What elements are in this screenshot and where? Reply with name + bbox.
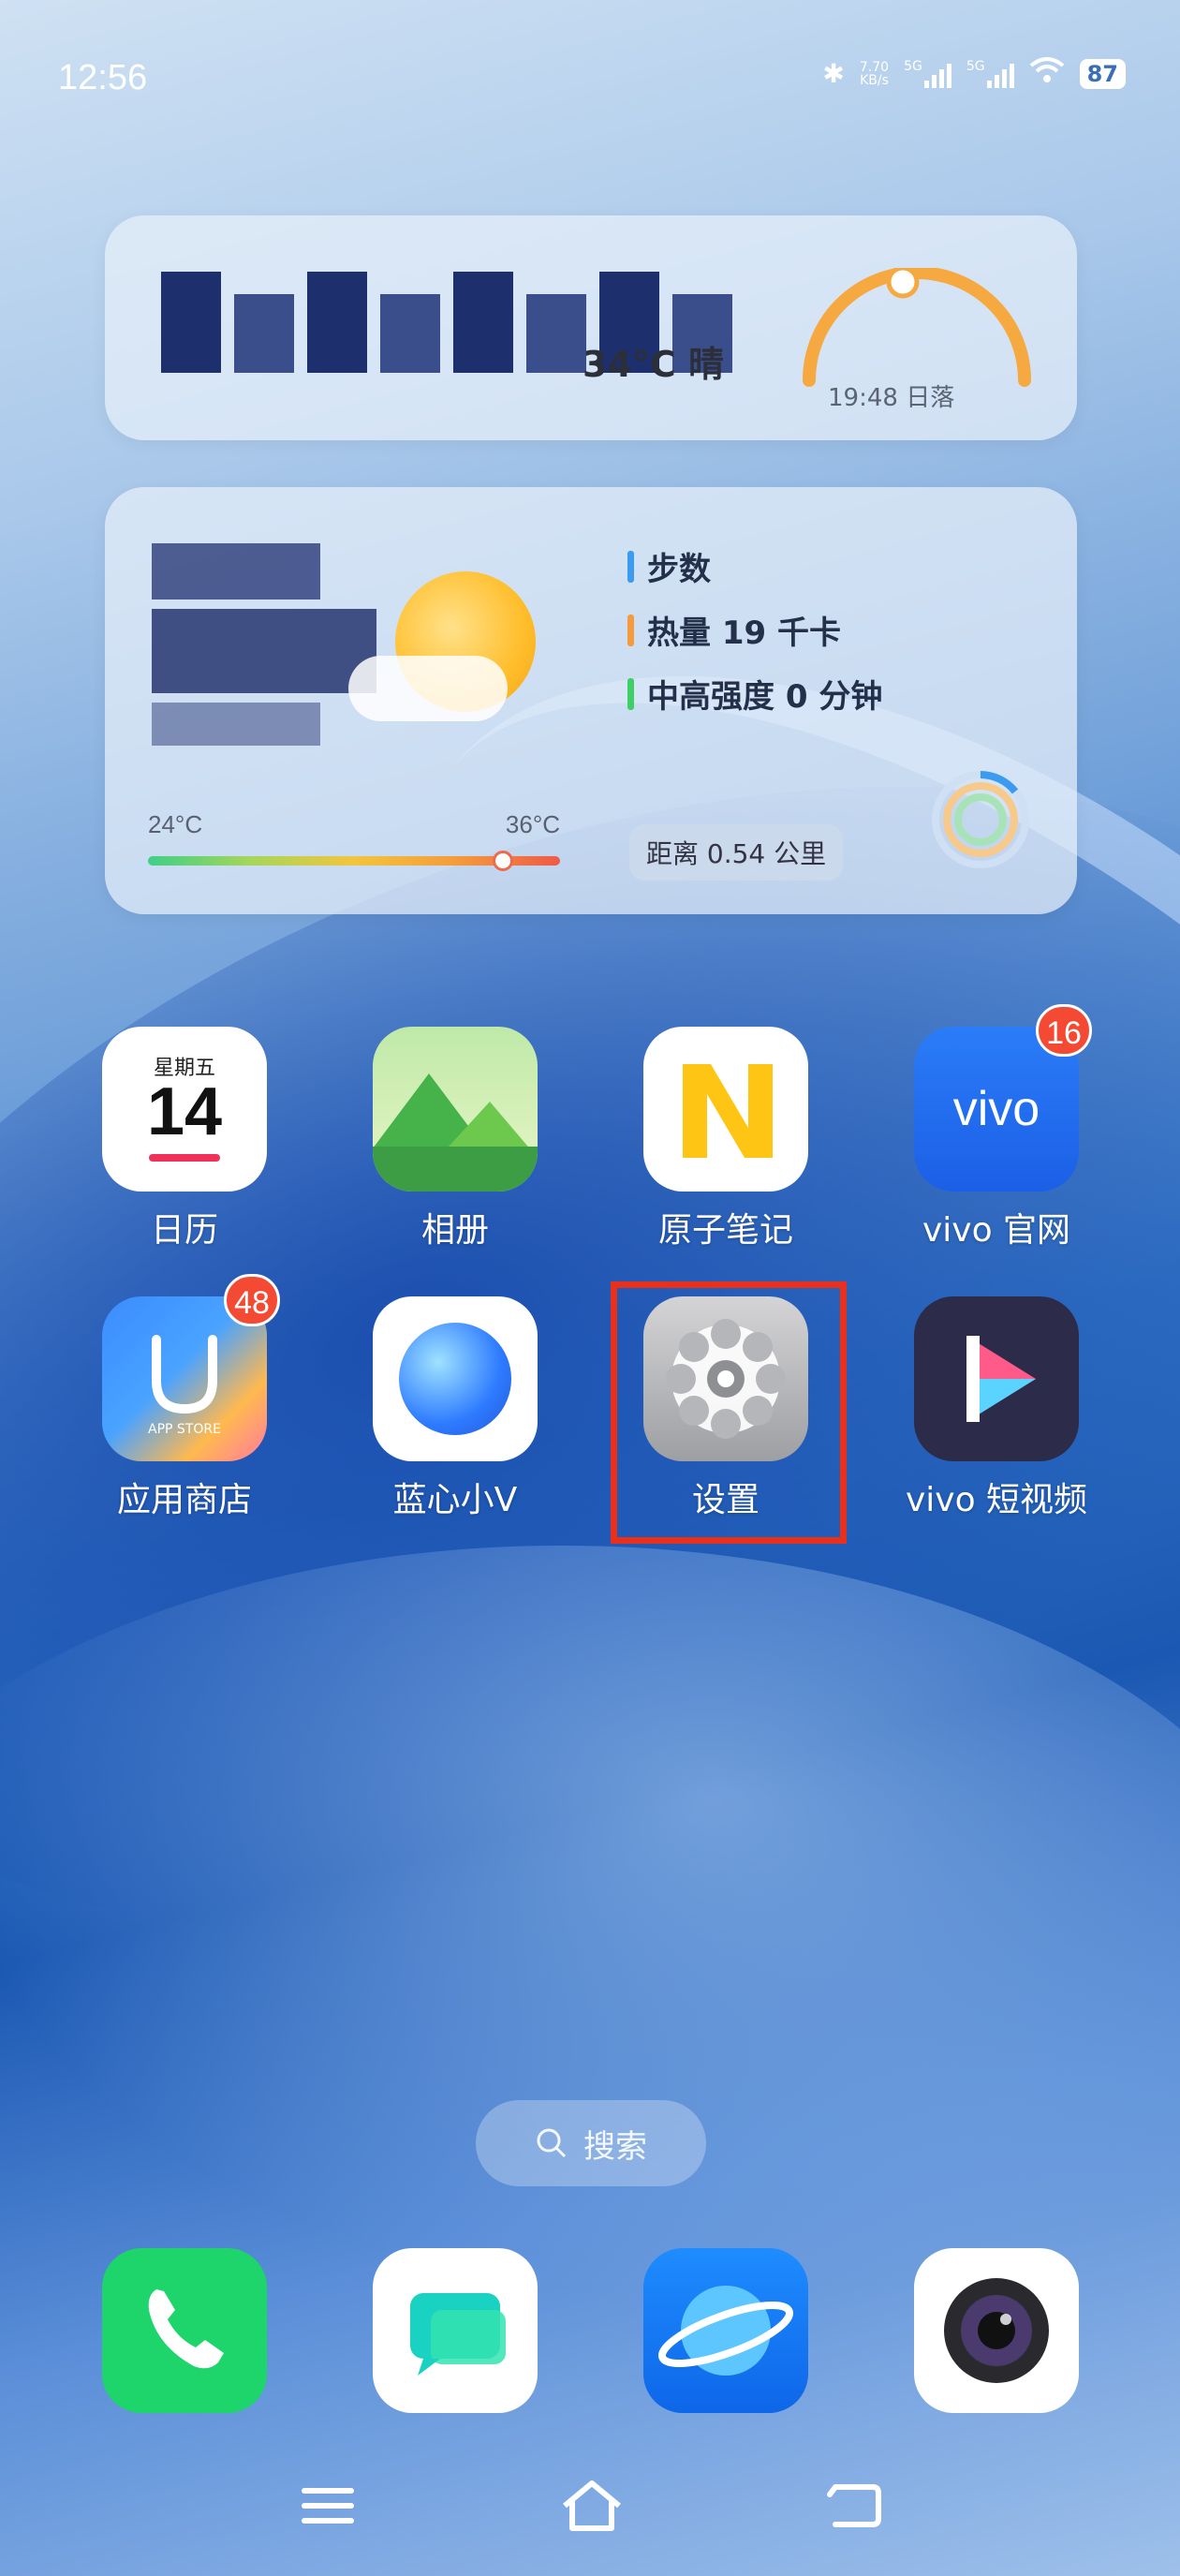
search-icon [537, 2128, 567, 2158]
bluetooth-icon: ✱ [822, 58, 845, 89]
weather-panel[interactable]: 24°C 36°C [105, 487, 601, 914]
notes-icon [643, 1027, 808, 1192]
distance-label: 距离 0.54 公里 [629, 824, 844, 881]
status-bar: 12:56 ✱ 7.70 KB/s 5G 5G 87 [0, 0, 1180, 159]
dock-camera[interactable] [914, 2248, 1079, 2413]
app-calendar[interactable]: 星期五 14 日历 [91, 1027, 278, 1251]
browser-icon [657, 2286, 794, 2376]
app-atom-notes[interactable]: 原子笔记 [632, 1027, 819, 1251]
status-icons: ✱ 7.70 KB/s 5G 5G 87 [822, 56, 1126, 91]
messages-icon [410, 2293, 506, 2376]
signal-2-icon: 5G [966, 60, 1014, 88]
nav-back-button[interactable] [824, 2473, 884, 2539]
dock-messages[interactable] [373, 2248, 538, 2413]
activity-row: 中高强度 0 分钟 [627, 671, 882, 717]
notification-badge: 48 [224, 1274, 280, 1326]
app-bluelm-assistant[interactable]: 蓝心小V [361, 1296, 549, 1521]
current-temperature: 34°C 晴 [583, 344, 724, 385]
clock-weather-widget[interactable]: 34°C 晴 19:48 日落 [105, 215, 1077, 440]
app-vivo-video[interactable]: vivo 短视频 [903, 1296, 1090, 1521]
settings-highlight-box [611, 1281, 847, 1544]
sunset-arc: 19:48 日落 [790, 268, 1043, 412]
steps-row: 步数 [627, 543, 711, 589]
gallery-icon [373, 1027, 538, 1192]
dock-browser[interactable] [643, 2248, 808, 2413]
video-play-icon [914, 1296, 1079, 1461]
menu-icon [302, 2488, 354, 2524]
home-icon [563, 2480, 621, 2531]
dock-phone[interactable] [102, 2248, 267, 2413]
cloud-icon [348, 656, 508, 721]
app-vivo-official[interactable]: 16 vivo vivo 官网 [903, 1004, 1092, 1251]
net-speed: 7.70 KB/s [859, 59, 890, 88]
status-time: 12:56 [58, 58, 148, 97]
app-store[interactable]: 48 APP STORE 应用商店 [91, 1274, 280, 1521]
temp-range-knob [493, 851, 513, 871]
battery-icon: 87 [1079, 58, 1126, 89]
app-gallery[interactable]: 相册 [361, 1027, 549, 1251]
activity-rings-icon [929, 768, 1032, 871]
notification-badge: 16 [1036, 1004, 1092, 1057]
weather-health-widget: 24°C 36°C 步数 热量 19 千卡 中高强度 0 分钟 距离 0.54 … [105, 487, 1077, 914]
phone-icon [148, 2289, 224, 2369]
calories-row: 热量 19 千卡 [627, 607, 841, 653]
bluelm-icon [373, 1296, 538, 1461]
search-label: 搜索 [583, 2127, 647, 2166]
search-button[interactable]: 搜索 [476, 2100, 706, 2186]
nav-home-button[interactable] [558, 2473, 626, 2539]
calendar-icon: 星期五 14 [102, 1027, 267, 1192]
wifi-icon [1029, 56, 1065, 91]
nav-menu-button[interactable] [300, 2473, 356, 2539]
back-icon [827, 2484, 881, 2527]
camera-icon [944, 2278, 1049, 2383]
health-panel[interactable]: 步数 热量 19 千卡 中高强度 0 分钟 距离 0.54 公里 [601, 487, 1077, 914]
signal-1-icon: 5G [904, 60, 951, 88]
sunset-time: 19:48 日落 [828, 384, 955, 412]
